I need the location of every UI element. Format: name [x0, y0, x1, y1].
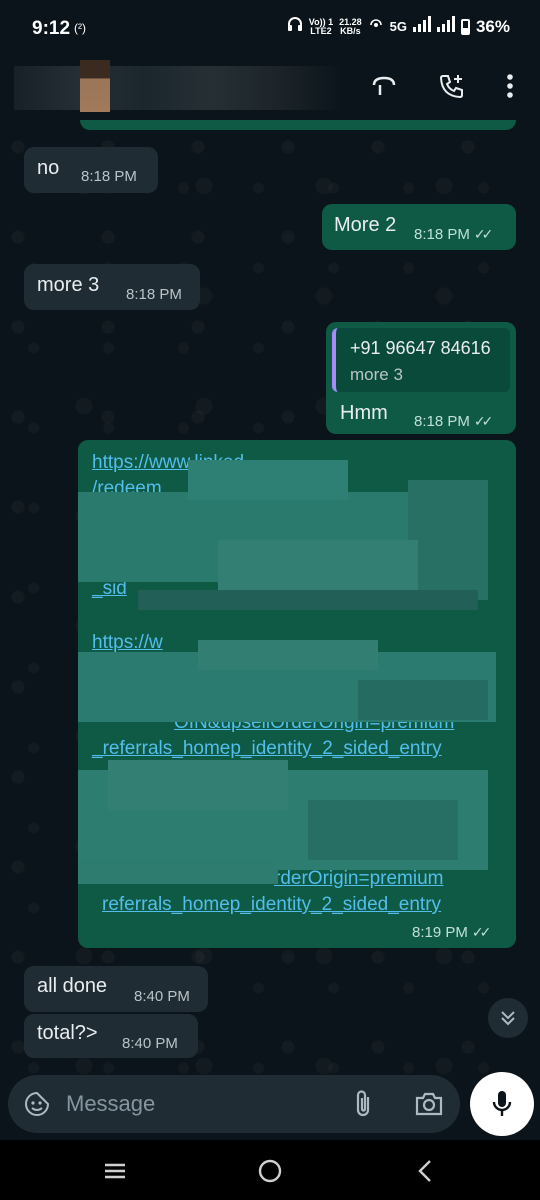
redaction-block [188, 460, 348, 500]
status-time: 9:12 [32, 18, 71, 39]
message-composer[interactable]: Message [8, 1075, 460, 1133]
redaction-block [358, 680, 488, 720]
signal-icon-2 [436, 16, 455, 37]
network-speed: 21.28 KB/s [339, 16, 362, 36]
home-icon[interactable] [255, 1156, 285, 1186]
attach-icon[interactable] [348, 1089, 378, 1119]
link-text[interactable]: https://w [92, 632, 163, 654]
double-chevron-down-icon [501, 1011, 515, 1026]
hotspot-icon: (²) [74, 21, 86, 35]
signal-icon-1 [412, 16, 431, 37]
message-bubble-outgoing-reply[interactable]: +91 96647 84616 more 3 Hmm 8:18 PM ✓✓ [326, 322, 516, 434]
battery-icon [460, 18, 470, 35]
message-list[interactable]: no 8:18 PM More 2 8:18 PM ✓✓ more 3 8:18 … [0, 120, 540, 1075]
message-bubble-incoming[interactable]: more 3 8:18 PM [24, 264, 200, 310]
link-text[interactable]: _referrals_homep_identity_2_sided_entry [92, 738, 442, 760]
status-right-icons: Vo)) 1 LTE2 21.28 KB/s 5G 36% [287, 16, 510, 37]
message-bubble-outgoing[interactable]: More 2 8:18 PM ✓✓ [322, 204, 516, 250]
message-time: 8:18 PM ✓✓ [414, 413, 494, 430]
chat-header[interactable] [0, 58, 540, 120]
quoted-sender: +91 96647 84616 [350, 338, 491, 358]
volte-indicator: Vo)) 1 LTE2 [308, 16, 334, 36]
quoted-message[interactable]: +91 96647 84616 more 3 [332, 328, 510, 392]
redaction-block [408, 480, 488, 600]
camera-icon[interactable] [414, 1089, 444, 1119]
read-ticks-icon: ✓✓ [471, 924, 492, 940]
voice-record-button[interactable] [470, 1072, 534, 1136]
message-text: Hmm [340, 402, 388, 424]
system-navigation-bar [0, 1140, 540, 1200]
redaction-block [108, 760, 288, 810]
message-text: total?> [37, 1022, 98, 1044]
read-ticks-icon: ✓✓ [473, 413, 494, 429]
message-time: 8:40 PM [122, 1035, 178, 1052]
link-text[interactable]: rderOrigin=premium [274, 868, 443, 890]
more-vert-icon[interactable] [494, 70, 526, 102]
message-time: 8:19 PM ✓✓ [412, 924, 492, 941]
back-icon[interactable] [410, 1156, 440, 1186]
message-time: 8:18 PM [81, 168, 137, 185]
message-bubble-incoming[interactable]: total?> 8:40 PM [24, 1014, 198, 1058]
voice-chat-icon[interactable] [368, 70, 400, 102]
message-input[interactable]: Message [66, 1091, 155, 1117]
message-bubble-incoming[interactable]: no 8:18 PM [24, 147, 158, 193]
message-bubble-partial[interactable] [80, 120, 516, 130]
scroll-to-bottom-button[interactable] [488, 998, 528, 1038]
message-bubble-outgoing-links[interactable]: https://www.linked /redeem _sid https://… [78, 440, 516, 948]
whatsapp-chat-screen: 9:12 (²) Vo)) 1 LTE2 21.28 KB/s 5G 36% n… [0, 0, 540, 1200]
wifi-calling-icon [368, 16, 384, 37]
message-text: no [37, 157, 60, 179]
avatar[interactable] [80, 60, 110, 112]
redaction-block [78, 860, 278, 884]
headphones-icon [287, 16, 303, 37]
contact-name-redacted[interactable] [14, 66, 344, 110]
redaction-block [138, 590, 478, 610]
message-time: 8:40 PM [134, 988, 190, 1005]
read-ticks-icon: ✓✓ [473, 226, 494, 242]
network-type: 5G [389, 19, 407, 34]
status-bar: 9:12 (²) Vo)) 1 LTE2 21.28 KB/s 5G 36% [0, 0, 540, 58]
mic-icon [492, 1091, 512, 1116]
quoted-text: more 3 [350, 365, 403, 384]
link-text[interactable]: referrals_homep_identity_2_sided_entry [102, 894, 441, 916]
add-call-icon[interactable] [436, 70, 468, 102]
message-time: 8:18 PM [126, 286, 182, 303]
battery-level: 36% [475, 16, 510, 36]
message-text: all done [37, 975, 108, 997]
message-time: 8:18 PM ✓✓ [414, 226, 494, 243]
message-text: More 2 [334, 214, 397, 236]
redaction-block [308, 800, 458, 860]
message-bubble-incoming[interactable]: all done 8:40 PM [24, 966, 208, 1012]
message-text: more 3 [37, 274, 100, 296]
sticker-emoji-icon[interactable] [22, 1089, 52, 1119]
recents-icon[interactable] [100, 1156, 130, 1186]
redaction-block [198, 640, 378, 670]
